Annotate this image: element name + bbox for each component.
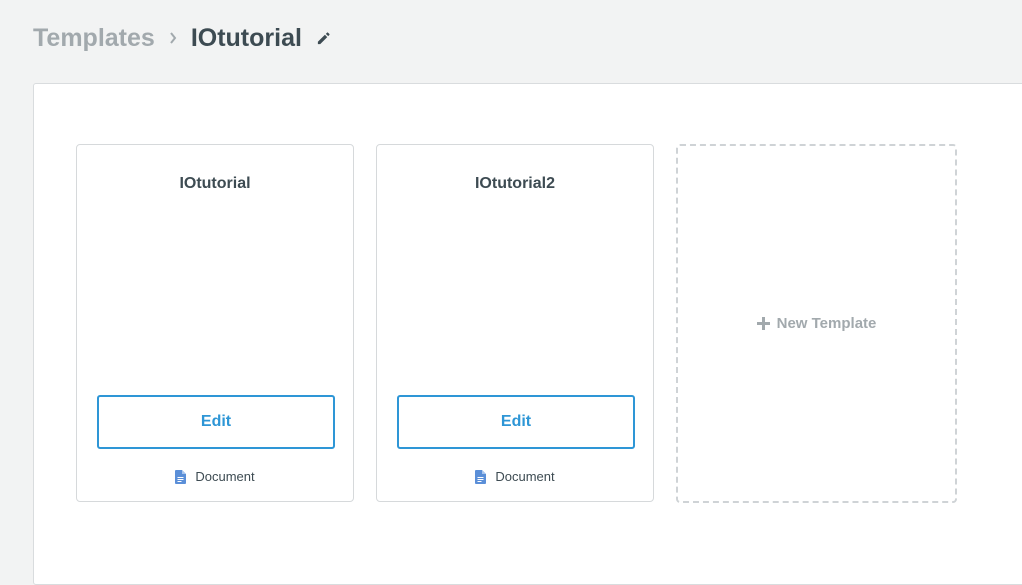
template-type-label: Document — [195, 469, 255, 484]
template-title: IOtutorial — [179, 175, 251, 192]
chevron-right-icon — [169, 32, 177, 44]
template-card: IOtutorial Edit Document — [76, 144, 354, 502]
pencil-icon[interactable] — [316, 31, 331, 46]
document-icon — [475, 469, 487, 484]
plus-icon — [756, 317, 770, 330]
breadcrumb: Templates IOtutorial — [33, 20, 331, 56]
template-card: IOtutorial2 Edit Document — [376, 144, 654, 502]
template-title: IOtutorial2 — [474, 175, 555, 192]
new-template-label: New Template — [776, 315, 877, 332]
template-type: Document — [77, 469, 353, 484]
document-icon — [175, 469, 187, 484]
breadcrumb-templates-link[interactable]: Templates — [33, 24, 155, 53]
template-type: Document — [377, 469, 653, 484]
edit-button[interactable]: Edit — [97, 395, 335, 449]
template-type-label: Document — [495, 469, 555, 484]
new-template-button[interactable]: New Template — [676, 144, 957, 503]
edit-button[interactable]: Edit — [397, 395, 635, 449]
page-title: IOtutorial — [190, 23, 302, 52]
